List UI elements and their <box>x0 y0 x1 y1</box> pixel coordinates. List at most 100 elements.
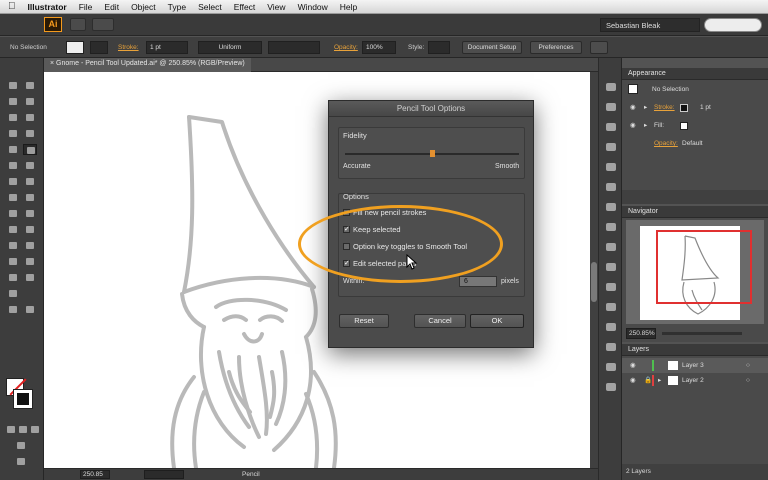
graphic-style-picker[interactable] <box>428 41 450 54</box>
gradient-panel-icon[interactable] <box>605 202 617 212</box>
rotate-tool-icon[interactable] <box>6 176 20 187</box>
color-panel-icon[interactable] <box>605 82 617 92</box>
opacity-label[interactable]: Opacity: <box>334 41 358 54</box>
transform-panel-icon[interactable] <box>605 282 617 292</box>
links-panel-icon[interactable] <box>605 362 617 372</box>
arrange-icon[interactable] <box>590 41 608 54</box>
layer-row[interactable]: ◉ Layer 3 ○ <box>622 358 768 373</box>
color-guide-panel-icon[interactable] <box>605 102 617 112</box>
target-circle-icon[interactable]: ○ <box>746 373 750 388</box>
menu-app-name[interactable]: Illustrator <box>22 2 73 12</box>
none-mode-icon[interactable] <box>28 424 42 435</box>
stroke-swatch[interactable] <box>90 41 108 54</box>
blend-tool-icon[interactable] <box>6 256 20 267</box>
selection-tool-icon[interactable] <box>6 80 20 91</box>
screen-mode-icon[interactable] <box>14 456 28 467</box>
direct-selection-tool-icon[interactable] <box>23 80 37 91</box>
line-tool-icon[interactable] <box>6 128 20 139</box>
menu-view[interactable]: View <box>261 2 291 12</box>
layer-name[interactable]: Layer 2 <box>682 373 704 388</box>
align-panel-icon[interactable] <box>605 262 617 272</box>
gradient-tool-icon[interactable] <box>6 240 20 251</box>
within-pixels-field[interactable]: 6 <box>459 276 497 287</box>
shape-builder-tool-icon[interactable] <box>6 208 20 219</box>
symbols-panel-icon[interactable] <box>605 162 617 172</box>
appearance-stroke-value[interactable]: 1 pt <box>700 100 711 116</box>
eraser-tool-icon[interactable] <box>23 160 37 171</box>
document-setup-button[interactable]: Document Setup <box>462 41 522 54</box>
visibility-eye-icon[interactable]: ◉ <box>630 100 636 116</box>
appearance-stroke-label[interactable]: Stroke: <box>654 100 675 116</box>
target-circle-icon[interactable]: ○ <box>746 358 750 373</box>
opacity-field[interactable]: 100% <box>362 41 396 54</box>
draw-mode-icon[interactable] <box>14 440 28 451</box>
menu-type[interactable]: Type <box>162 2 192 12</box>
paragraph-panel-icon[interactable] <box>605 342 617 352</box>
navigator-view-box[interactable] <box>656 230 752 304</box>
layers-panel-title[interactable]: Layers <box>622 344 768 356</box>
layer-row[interactable]: ◉ 🔒 ▸ Layer 2 ○ <box>622 373 768 388</box>
lasso-tool-icon[interactable] <box>23 96 37 107</box>
symbol-sprayer-tool-icon[interactable] <box>23 256 37 267</box>
reset-button[interactable]: Reset <box>339 314 389 328</box>
stroke-panel-icon[interactable] <box>605 182 617 192</box>
visibility-eye-icon[interactable]: ◉ <box>630 358 636 374</box>
fill-swatch[interactable] <box>66 41 84 54</box>
zoom-level-field[interactable]: 250.85 <box>80 470 110 479</box>
appearance-opacity-label[interactable]: Opacity: <box>654 136 678 152</box>
scale-tool-icon[interactable] <box>23 176 37 187</box>
eyedropper-tool-icon[interactable] <box>23 240 37 251</box>
type-tool-icon[interactable] <box>23 112 37 123</box>
slice-tool-icon[interactable] <box>6 288 20 299</box>
layer-name[interactable]: Layer 3 <box>682 358 704 373</box>
pathfinder-panel-icon[interactable] <box>605 302 617 312</box>
menu-help[interactable]: Help <box>334 2 363 12</box>
scrollbar-thumb[interactable] <box>591 262 597 302</box>
stroke-weight-field[interactable]: 1 pt <box>146 41 188 54</box>
perspective-grid-tool-icon[interactable] <box>6 224 20 235</box>
pen-tool-icon[interactable] <box>6 112 20 123</box>
blob-brush-tool-icon[interactable] <box>6 160 20 171</box>
artboard-tool-icon[interactable] <box>23 272 37 283</box>
stroke-swatch-mini[interactable] <box>680 104 688 112</box>
stroke-color-swatch[interactable] <box>13 389 33 409</box>
expand-triangle-icon[interactable]: ▸ <box>658 373 661 388</box>
expand-triangle-icon[interactable]: ▸ <box>644 118 647 134</box>
workspace-switcher[interactable]: Sebastian Bleak <box>600 18 700 32</box>
status-tool-name[interactable]: Pencil <box>242 470 260 479</box>
character-panel-icon[interactable] <box>605 322 617 332</box>
visibility-eye-icon[interactable]: ◉ <box>630 373 636 389</box>
search-input[interactable] <box>704 18 762 32</box>
appearance-fill-row[interactable]: ◉ ▸ Fill: <box>622 118 768 134</box>
graphic-styles-panel-icon[interactable] <box>605 242 617 252</box>
transparency-panel-icon[interactable] <box>605 222 617 232</box>
menu-effect[interactable]: Effect <box>228 2 262 12</box>
navigator-zoom-field[interactable]: 250.85% <box>626 328 656 339</box>
preferences-button[interactable]: Preferences <box>530 41 582 54</box>
width-tool-icon[interactable] <box>6 192 20 203</box>
magic-wand-tool-icon[interactable] <box>6 96 20 107</box>
menu-object[interactable]: Object <box>125 2 162 12</box>
swatches-panel-icon[interactable] <box>605 122 617 132</box>
arrange-documents-button[interactable] <box>92 18 114 31</box>
menu-file[interactable]: File <box>73 2 99 12</box>
mesh-tool-icon[interactable] <box>23 224 37 235</box>
ok-button[interactable]: OK <box>470 314 524 328</box>
menu-edit[interactable]: Edit <box>98 2 125 12</box>
menu-window[interactable]: Window <box>292 2 334 12</box>
lock-icon[interactable]: 🔒 <box>644 373 652 389</box>
navigator-panel-title[interactable]: Navigator <box>622 206 768 218</box>
stroke-label[interactable]: Stroke: <box>118 41 139 54</box>
fill-swatch-mini[interactable] <box>680 122 688 130</box>
artboard-navigation[interactable] <box>144 470 184 479</box>
navigator-preview[interactable] <box>626 220 764 324</box>
apple-icon[interactable]:  <box>0 1 22 12</box>
appearance-stroke-row[interactable]: ◉ ▸ Stroke: 1 pt <box>622 100 768 116</box>
paintbrush-tool-icon[interactable] <box>6 144 20 155</box>
appearance-opacity-row[interactable]: Opacity: Default <box>622 136 768 152</box>
hand-tool-icon[interactable] <box>6 304 20 315</box>
fidelity-slider-thumb[interactable] <box>429 150 435 157</box>
menu-select[interactable]: Select <box>192 2 228 12</box>
brushes-panel-icon[interactable] <box>605 142 617 152</box>
rectangle-tool-icon[interactable] <box>23 128 37 139</box>
